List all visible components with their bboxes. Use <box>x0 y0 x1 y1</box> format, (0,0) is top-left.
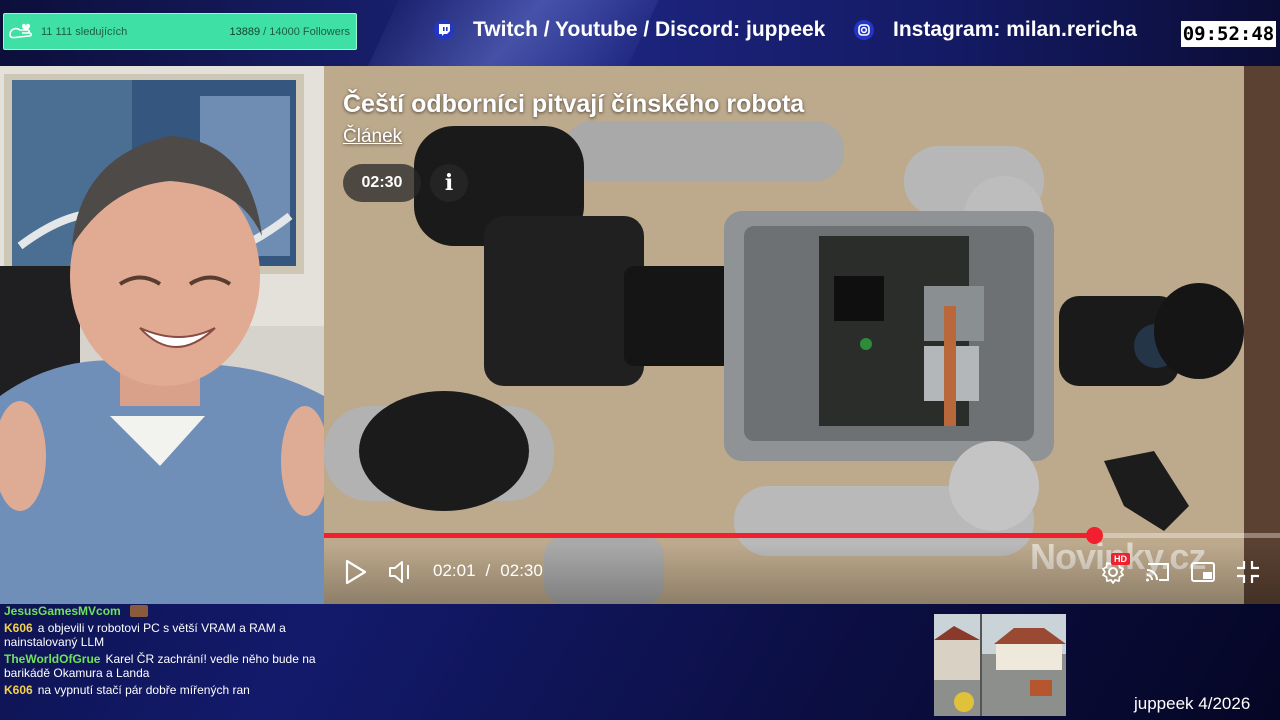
instagram-icon <box>854 20 874 40</box>
follower-goal-widget: 11 111 sledujících 13889 / 14000 Followe… <box>3 13 357 50</box>
miniplayer-icon[interactable] <box>1190 560 1216 584</box>
chat-emote-icon <box>129 605 148 617</box>
chat-message: TheWorldOfGrue Karel ČR zachrání! vedle n… <box>4 652 330 680</box>
video-title[interactable]: Čeští odborníci pitvají čínského robota <box>343 90 804 119</box>
playback-time: 02:01 / 02:30 <box>433 561 543 581</box>
follower-current: 13889 <box>229 25 261 38</box>
follower-target: / 14000 Followers <box>263 25 350 38</box>
cast-icon[interactable] <box>1144 560 1172 584</box>
social-twitch: Twitch / Youtube / Discord: juppeek <box>433 18 825 42</box>
twitch-icon <box>434 20 454 40</box>
stream-clock: 09:52:48 <box>1181 21 1276 47</box>
follower-goal-count: 13889 / 14000 Followers <box>230 26 350 38</box>
chat-message: K606 a objevili v robotovi PC s větší VRA… <box>4 621 330 649</box>
chat-username: K606 <box>4 683 33 697</box>
channel-tag: juppeek 4/2026 <box>1134 694 1251 713</box>
social-twitch-text: Twitch / Youtube / Discord: juppeek <box>473 18 826 41</box>
webcam-image <box>0 66 324 604</box>
exit-fullscreen-icon[interactable] <box>1235 559 1261 585</box>
progress-fill <box>324 533 1094 538</box>
streamer-webcam <box>0 66 324 604</box>
heart-hand-icon <box>9 23 33 38</box>
hd-badge: HD <box>1111 553 1130 565</box>
chat-text: a objevili v robotovi PC s větší VRAM a … <box>4 621 286 649</box>
follower-goal-label: 11 111 sledujících <box>41 25 128 38</box>
chat-username: TheWorldOfGrue <box>4 652 101 666</box>
video-frame-image <box>324 66 1280 604</box>
street-camera-feed <box>934 614 1066 716</box>
social-instagram: Instagram: milan.rericha <box>853 18 1137 42</box>
stream-chat: JesusGamesMVcom K606 a objevili v robotov… <box>0 604 330 720</box>
progress-scrubber-handle[interactable] <box>1085 527 1103 544</box>
info-button[interactable]: i <box>430 164 468 202</box>
progress-bar[interactable] <box>324 527 1280 544</box>
chat-message: JesusGamesMVcom <box>4 604 330 618</box>
chat-username: JesusGamesMVcom <box>4 604 121 618</box>
article-link[interactable]: Článek <box>343 126 402 148</box>
duration-badge: 02:30 <box>343 164 421 202</box>
current-time: 02:01 <box>433 561 476 580</box>
social-instagram-text: Instagram: milan.rericha <box>893 18 1137 41</box>
street-camera-image <box>934 614 1066 716</box>
volume-icon[interactable] <box>387 559 415 585</box>
stream-overlay-topbar: 11 111 sledujících 13889 / 14000 Followe… <box>0 0 1280 66</box>
total-time: 02:30 <box>500 561 543 580</box>
play-icon[interactable] <box>344 559 368 585</box>
chat-message: K606 na vypnutí stačí pár dobře mířených … <box>4 683 330 697</box>
time-separator: / <box>485 561 491 580</box>
chat-username: K606 <box>4 621 33 635</box>
video-player[interactable]: Čeští odborníci pitvají čínského robota … <box>324 66 1280 604</box>
chat-text: na vypnutí stačí pár dobře mířených ran <box>37 683 250 697</box>
